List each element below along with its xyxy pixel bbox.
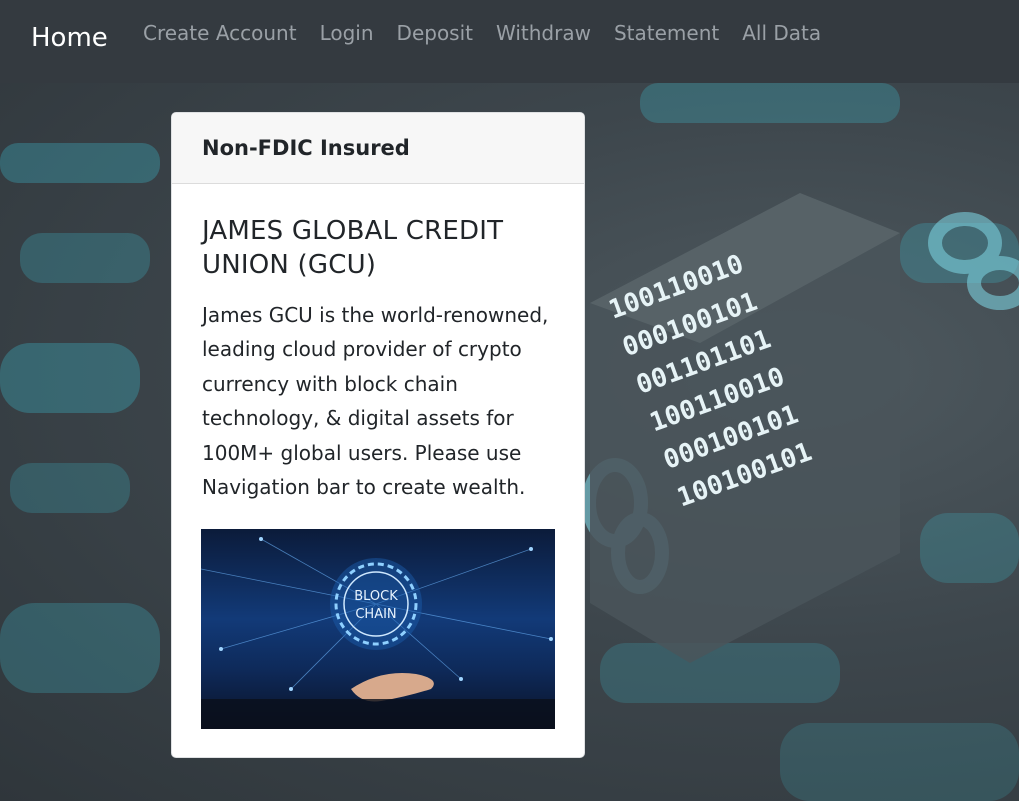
nav-home-link[interactable]: Home	[31, 20, 108, 56]
nav-links: Create Account Login Deposit Withdraw St…	[143, 18, 844, 48]
nav-create-account-link[interactable]: Create Account	[143, 18, 297, 48]
image-label-line2: CHAIN	[355, 607, 396, 622]
card-header-text: Non-FDIC Insured	[202, 136, 410, 160]
nav-login-link[interactable]: Login	[320, 18, 374, 48]
blockchain-image: BLOCK CHAIN	[201, 529, 555, 729]
nav-all-data-link[interactable]: All Data	[742, 18, 821, 48]
info-card: Non-FDIC Insured JAMES GLOBAL CREDIT UNI…	[171, 112, 585, 758]
nav-withdraw-link[interactable]: Withdraw	[496, 18, 591, 48]
card-header: Non-FDIC Insured	[172, 113, 584, 184]
blockchain-illustration: BLOCK CHAIN	[201, 537, 555, 729]
card-description: James GCU is the world-renowned, leading…	[202, 303, 549, 500]
image-label-line1: BLOCK	[354, 589, 398, 604]
card-body: JAMES GLOBAL CREDIT UNION (GCU) James GC…	[172, 184, 584, 504]
nav-deposit-link[interactable]: Deposit	[397, 18, 473, 48]
nav-statement-link[interactable]: Statement	[614, 18, 719, 48]
card-title: JAMES GLOBAL CREDIT UNION (GCU)	[202, 216, 504, 280]
top-navbar: Home Create Account Login Deposit Withdr…	[0, 0, 1019, 83]
